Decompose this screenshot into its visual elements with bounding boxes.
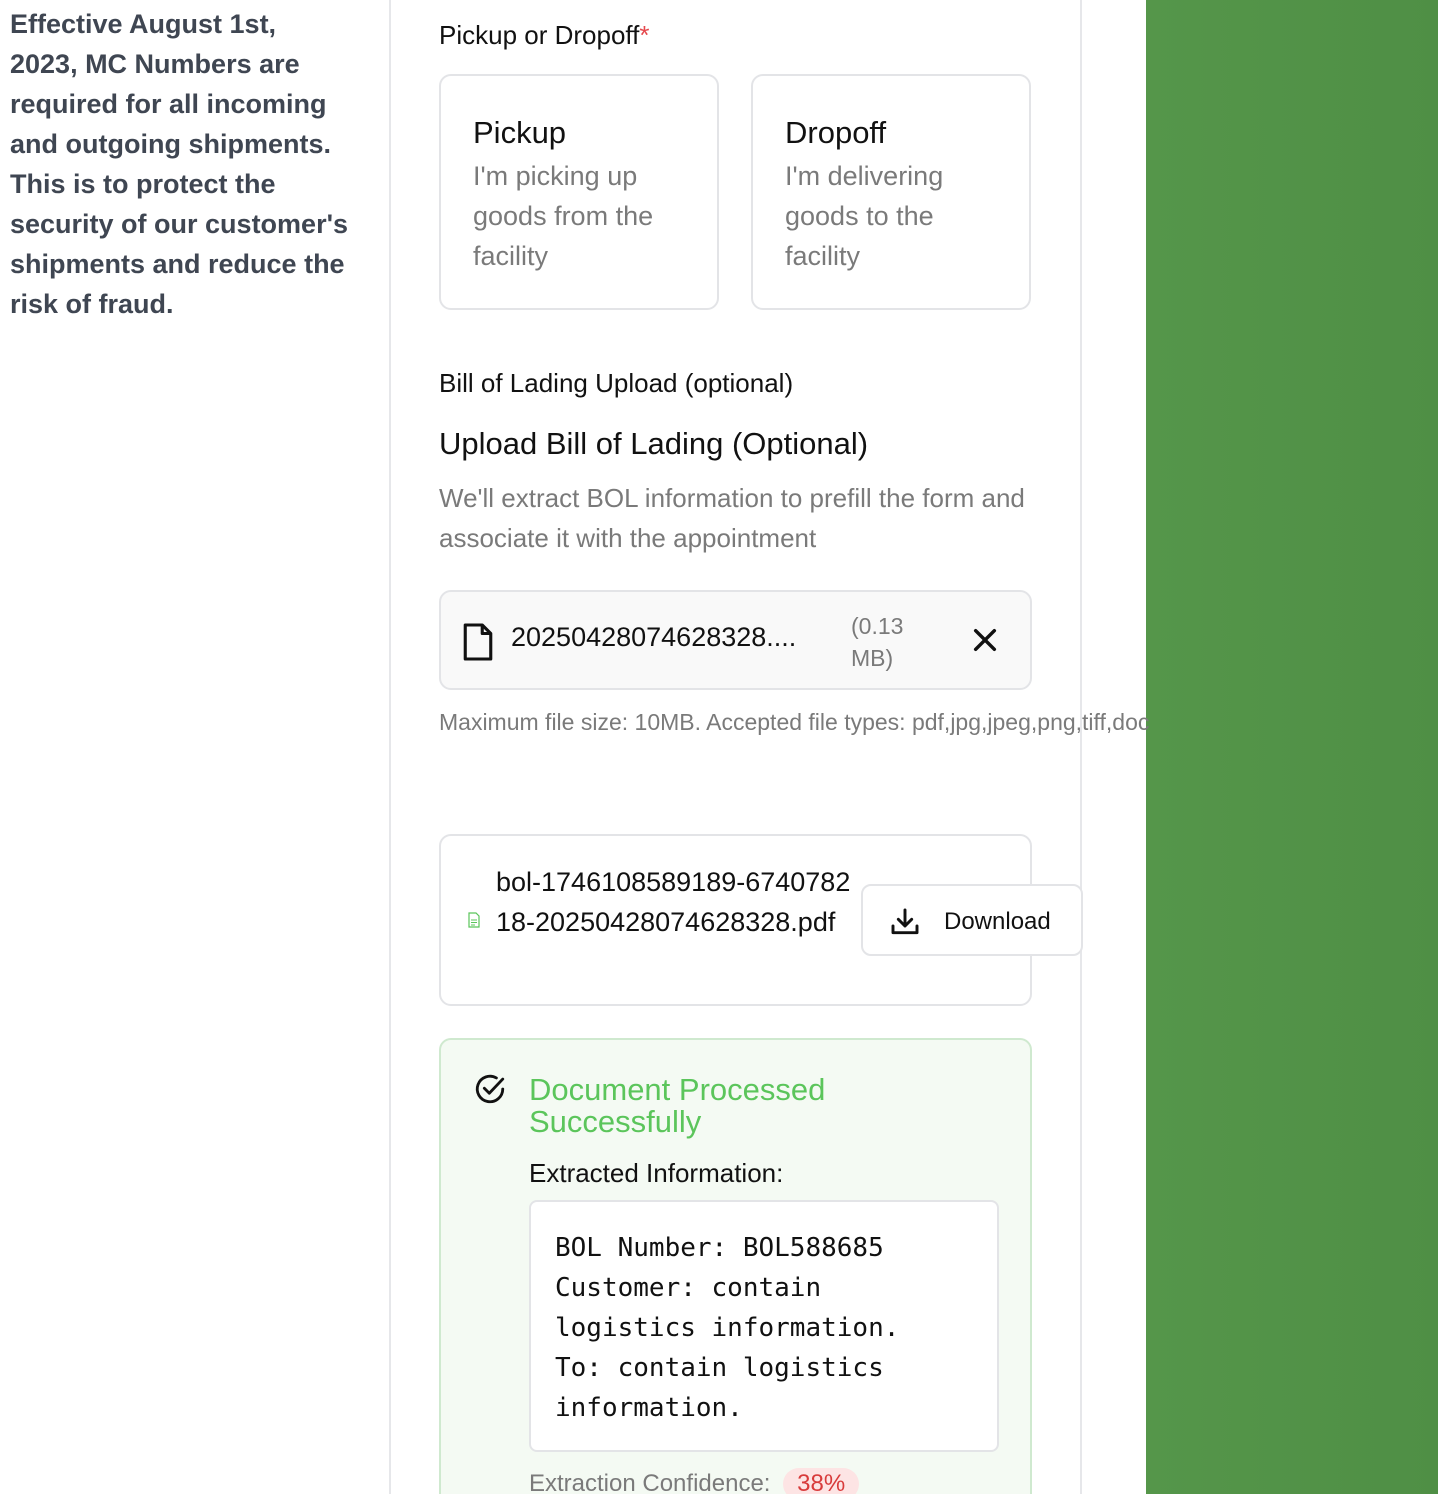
check-circle-icon <box>475 1074 505 1104</box>
processing-success-card: Document Processed Successfully Extracte… <box>439 1038 1032 1494</box>
bol-upload-label: Bill of Lading Upload (optional) <box>439 368 794 398</box>
extraction-confidence-row: Extraction Confidence: 38% <box>529 1468 860 1494</box>
pdf-file-icon <box>468 912 480 928</box>
bol-upload-title: Upload Bill of Lading (Optional) <box>439 426 869 461</box>
dropoff-option-card[interactable]: Dropoff I'm delivering goods to the faci… <box>751 74 1031 310</box>
file-size-hint: Maximum file size: 10MB. Accepted file t… <box>439 709 1149 735</box>
document-icon <box>463 623 493 661</box>
download-button-label: Download <box>944 908 1051 935</box>
extraction-confidence-label: Extraction Confidence: <box>529 1470 771 1494</box>
success-title: Document Processed Successfully <box>529 1072 826 1139</box>
selected-file-row: 20250428074628328.... (0.13 MB) <box>439 590 1032 690</box>
pickup-option-card[interactable]: Pickup I'm picking up goods from the fac… <box>439 74 719 310</box>
extracted-info-text: BOL Number: BOL588685 Customer: contain … <box>529 1200 999 1452</box>
pickup-option-description: I'm picking up goods from the facility <box>473 161 654 271</box>
remove-file-close-icon[interactable] <box>969 624 1001 656</box>
dropoff-option-title: Dropoff <box>785 115 887 150</box>
uploaded-bol-filename: bol-1746108589189-674078218-202504280746… <box>496 867 851 937</box>
pickup-dropoff-label-text: Pickup or Dropoff <box>439 20 640 50</box>
pickup-option-title: Pickup <box>473 115 567 150</box>
mc-number-notice: Effective August 1st, 2023, MC Numbers a… <box>10 9 349 319</box>
download-icon <box>891 908 919 935</box>
confidence-badge: 38% <box>783 1468 860 1494</box>
pickup-dropoff-label: Pickup or Dropoff* <box>439 20 650 51</box>
extracted-info-label: Extracted Information: <box>529 1158 784 1188</box>
side-brand-panel <box>1146 0 1438 1494</box>
dropoff-option-description: I'm delivering goods to the facility <box>785 161 944 271</box>
selected-file-name: 20250428074628328.... <box>511 622 797 652</box>
selected-file-size: (0.13 MB) <box>851 613 904 671</box>
bol-upload-description: We'll extract BOL information to prefill… <box>439 483 1025 553</box>
download-button[interactable]: Download <box>861 884 1083 956</box>
required-asterisk: * <box>639 20 650 50</box>
